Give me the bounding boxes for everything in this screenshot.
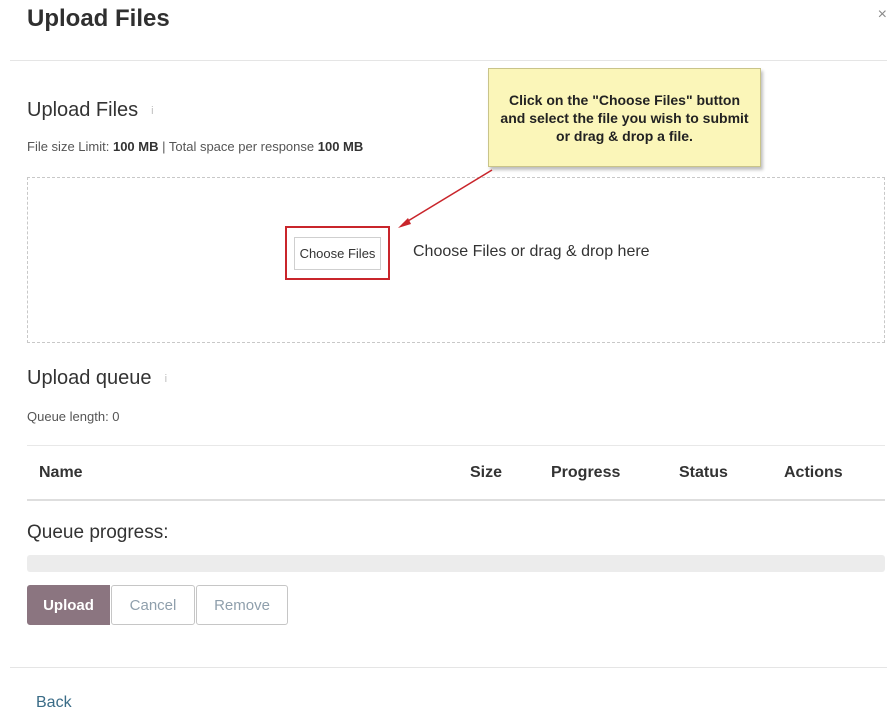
column-header-status: Status	[679, 464, 728, 481]
space-prefix: | Total space per response	[158, 139, 318, 154]
info-icon[interactable]: i	[151, 105, 153, 117]
column-header-name: Name	[39, 464, 83, 481]
limit-value: 100 MB	[112, 139, 159, 154]
upload-queue-title: Upload queue i	[27, 367, 167, 390]
queue-progress-label: Queue progress:	[27, 522, 169, 543]
queue-progress-bar	[27, 555, 885, 572]
tooltip-callout: Click on the "Choose Files" button and s…	[488, 68, 761, 167]
back-link[interactable]: Back	[36, 694, 72, 712]
upload-button[interactable]: Upload	[27, 585, 110, 625]
modal-title: Upload Files	[27, 5, 170, 32]
callout-text: Click on the "Choose Files" button and s…	[500, 91, 749, 144]
upload-section-title: Upload Files i	[27, 99, 154, 122]
header-divider	[10, 60, 887, 61]
cancel-button[interactable]: Cancel	[111, 585, 195, 625]
dropzone-hint: Choose Files or drag & drop here	[413, 243, 650, 260]
space-value: 100 MB	[317, 139, 364, 154]
queue-table-header: Name Size Progress Status Actions	[27, 445, 885, 501]
limit-prefix: File size Limit:	[27, 139, 113, 154]
file-size-limit: File size Limit: 100 MB | Total space pe…	[27, 139, 363, 154]
column-header-size: Size	[470, 464, 503, 481]
close-icon[interactable]: ×	[878, 6, 887, 24]
upload-queue-title-text: Upload queue	[27, 367, 152, 389]
queue-length: Queue length: 0	[27, 409, 120, 424]
footer-divider	[10, 667, 887, 668]
upload-section-title-text: Upload Files	[27, 99, 139, 121]
column-header-progress: Progress	[551, 464, 621, 481]
choose-files-highlight: Choose Files	[285, 226, 390, 280]
remove-button[interactable]: Remove	[196, 585, 288, 625]
info-icon[interactable]: i	[165, 373, 167, 385]
column-header-actions: Actions	[784, 464, 843, 481]
choose-files-button[interactable]: Choose Files	[293, 236, 382, 270]
